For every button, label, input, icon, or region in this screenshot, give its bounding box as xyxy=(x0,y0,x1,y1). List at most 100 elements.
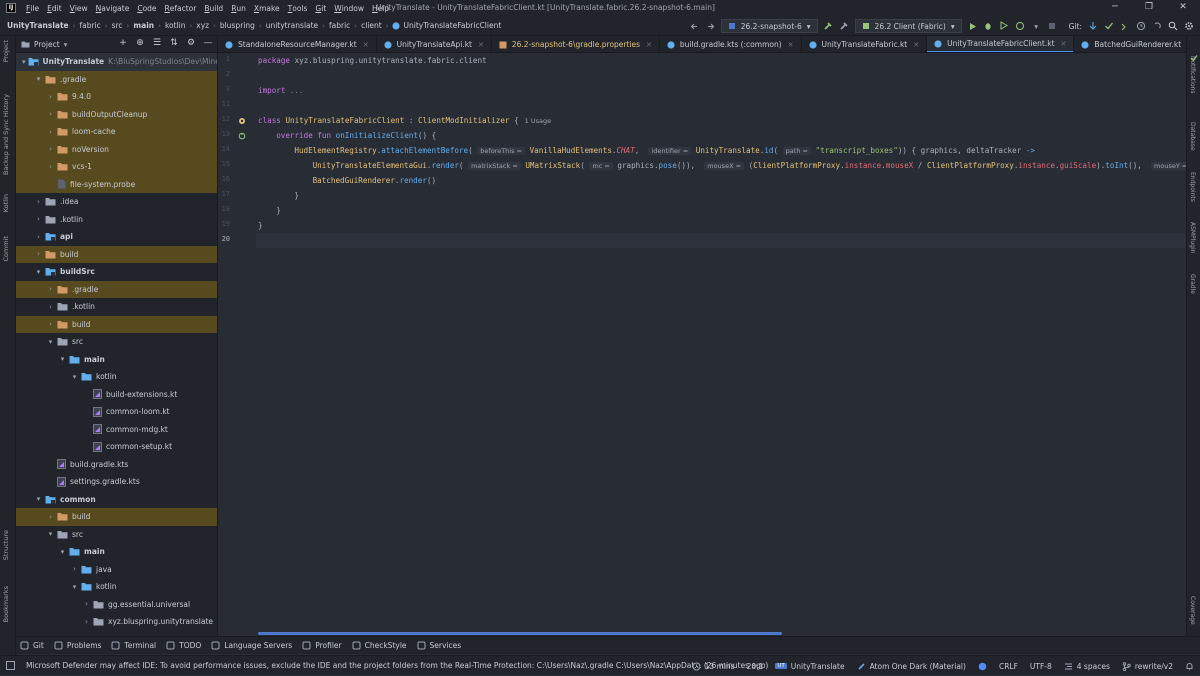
endpoints-tool-tab[interactable]: Endpoints xyxy=(1189,172,1196,202)
git-commit-check-icon[interactable] xyxy=(1103,21,1114,32)
tree-row[interactable]: › api xyxy=(16,228,217,246)
minimize-button[interactable]: ─ xyxy=(1098,0,1132,16)
locate-file-icon[interactable]: ⊕ xyxy=(135,38,145,48)
usage-count-hint[interactable]: 1 Usage xyxy=(525,117,551,125)
tool-window-checkstyle[interactable]: CheckStyle xyxy=(352,641,407,650)
editor-tab[interactable]: build.gradle.kts (:common) ✕ xyxy=(660,36,802,52)
tool-window-todo[interactable]: TODO xyxy=(166,641,201,650)
gradle-tool-tab[interactable]: Gradle xyxy=(1189,274,1196,294)
hide-panel-icon[interactable]: — xyxy=(203,38,213,48)
tool-window-profiler[interactable]: Profiler xyxy=(302,641,342,650)
editor-tab[interactable]: UnityTranslateFabricClient.kt ✕ xyxy=(927,36,1075,52)
tree-row[interactable]: › 9.4.0 xyxy=(16,88,217,106)
tree-row[interactable]: › java xyxy=(16,561,217,579)
tree-row[interactable]: file-system.probe xyxy=(16,175,217,193)
coverage-icon[interactable] xyxy=(999,21,1010,32)
tree-chevron-icon[interactable]: › xyxy=(82,600,91,608)
settings-gear-icon[interactable] xyxy=(1183,21,1194,32)
tree-row[interactable]: ▾ kotlin xyxy=(16,368,217,386)
close-window-button[interactable]: ✕ xyxy=(1166,0,1200,16)
asmplugin-tool-tab[interactable]: ASMPlugin xyxy=(1189,222,1196,253)
close-tab-icon[interactable]: ✕ xyxy=(788,41,794,49)
toggle-tool-windows-icon[interactable] xyxy=(6,661,15,670)
breadcrumb-item[interactable]: kotlin xyxy=(164,21,187,30)
menu-git[interactable]: Git xyxy=(311,4,330,13)
tree-chevron-icon[interactable]: › xyxy=(46,163,55,171)
tree-row[interactable]: › xyz.bluspring.unitytranslate xyxy=(16,613,217,631)
tree-row[interactable]: build.gradle.kts xyxy=(16,456,217,474)
maximize-button[interactable]: ❐ xyxy=(1132,0,1166,16)
git-push-icon[interactable] xyxy=(1119,21,1130,32)
tree-chevron-icon[interactable]: ▾ xyxy=(46,338,55,346)
back-arrow-icon[interactable] xyxy=(689,21,700,32)
tree-row[interactable]: › .kotlin xyxy=(16,298,217,316)
status-message[interactable]: Microsoft Defender may affect IDE: To av… xyxy=(26,661,768,670)
rollback-icon[interactable] xyxy=(1151,21,1162,32)
caret-position[interactable]: 20:1 xyxy=(747,662,764,671)
close-tab-icon[interactable]: ✕ xyxy=(1061,40,1067,48)
indent-setting[interactable]: 4 spaces xyxy=(1064,662,1110,671)
breadcrumb-item[interactable]: client xyxy=(360,21,383,30)
expand-all-icon[interactable]: ☰ xyxy=(152,38,162,48)
structure-tool-tab[interactable]: Structure xyxy=(2,530,10,560)
tree-row[interactable]: › build xyxy=(16,315,217,333)
tree-row[interactable]: ▾ .gradle xyxy=(16,70,217,88)
tree-chevron-icon[interactable]: › xyxy=(46,110,55,118)
profile-icon[interactable] xyxy=(1015,21,1026,32)
tree-row[interactable]: ▾ src xyxy=(16,333,217,351)
background-tasks[interactable]: 13 mins xyxy=(692,662,735,671)
git-branch[interactable]: rewrite/v2 xyxy=(1122,662,1173,671)
close-tab-icon[interactable]: ✕ xyxy=(363,41,369,49)
tree-row[interactable]: ▾ main xyxy=(16,543,217,561)
tree-chevron-icon[interactable]: ▾ xyxy=(70,373,79,381)
tree-row[interactable]: › gg.essential.universal xyxy=(16,596,217,614)
project-panel-title[interactable]: Project xyxy=(34,40,60,49)
git-update-icon[interactable] xyxy=(1087,21,1098,32)
menu-xmake[interactable]: Xmake xyxy=(250,4,284,13)
tree-row[interactable]: common-mdg.kt xyxy=(16,421,217,439)
tree-row[interactable]: settings.gradle.kts xyxy=(16,473,217,491)
collapse-all-icon[interactable]: ⇅ xyxy=(169,38,179,48)
breadcrumb-item[interactable]: unitytranslate xyxy=(265,21,320,30)
file-encoding[interactable]: UTF-8 xyxy=(1030,662,1052,671)
notifications-bell-icon[interactable] xyxy=(1185,662,1194,671)
tool-window-problems[interactable]: Problems xyxy=(54,641,101,650)
tree-row[interactable]: › .idea xyxy=(16,193,217,211)
menu-tools[interactable]: Tools xyxy=(284,4,312,13)
tree-chevron-icon[interactable]: › xyxy=(46,93,55,101)
tree-row[interactable]: › buildOutputCleanup xyxy=(16,105,217,123)
tree-row[interactable]: common-loom.kt xyxy=(16,403,217,421)
tool-window-language-servers[interactable]: Language Servers xyxy=(211,641,292,650)
tree-chevron-icon[interactable]: › xyxy=(70,565,79,573)
tree-row[interactable]: › .gradle xyxy=(16,280,217,298)
editor-tab[interactable]: BatchedGuiRenderer.kt✕ xyxy=(1074,36,1200,52)
close-tab-icon[interactable]: ✕ xyxy=(913,41,919,49)
project-indicator[interactable]: UT UnityTranslate xyxy=(775,662,845,671)
chevron-down-icon[interactable]: ▾ xyxy=(64,40,68,49)
tree-row[interactable]: ▾ kotlin xyxy=(16,578,217,596)
forward-arrow-icon[interactable] xyxy=(705,21,716,32)
editor-tab[interactable]: StandaloneResourceManager.kt ✕ xyxy=(218,36,377,52)
theme-color-dot-icon[interactable] xyxy=(978,662,987,671)
tree-row[interactable]: ▾ main xyxy=(16,351,217,369)
tree-chevron-icon[interactable]: ▾ xyxy=(34,268,43,276)
stop-icon[interactable] xyxy=(1047,21,1058,32)
tree-chevron-icon[interactable]: › xyxy=(46,145,55,153)
tree-chevron-icon[interactable]: › xyxy=(46,128,55,136)
run-icon[interactable] xyxy=(967,21,978,32)
kotlin-tool-tab[interactable]: Kotlin xyxy=(2,194,10,212)
tree-chevron-icon[interactable]: ▾ xyxy=(58,355,67,363)
editor-tab[interactable]: UnityTranslateFabric.kt ✕ xyxy=(802,36,928,52)
menu-navigate[interactable]: Navigate xyxy=(92,4,134,13)
breadcrumb-item[interactable]: UnityTranslate xyxy=(6,21,70,30)
rebuild-hammer-icon[interactable] xyxy=(839,21,850,32)
breadcrumb-item[interactable]: xyz xyxy=(195,21,210,30)
tree-row[interactable]: ▾ buildSrc xyxy=(16,263,217,281)
breadcrumb-item[interactable]: bluspring xyxy=(219,21,256,30)
tree-chevron-icon[interactable]: › xyxy=(34,250,43,258)
menu-run[interactable]: Run xyxy=(227,4,250,13)
database-tool-tab[interactable]: Database xyxy=(1189,122,1196,151)
tree-chevron-icon[interactable]: › xyxy=(34,233,43,241)
tree-chevron-icon[interactable]: › xyxy=(34,198,43,206)
tree-row[interactable]: › build xyxy=(16,245,217,263)
